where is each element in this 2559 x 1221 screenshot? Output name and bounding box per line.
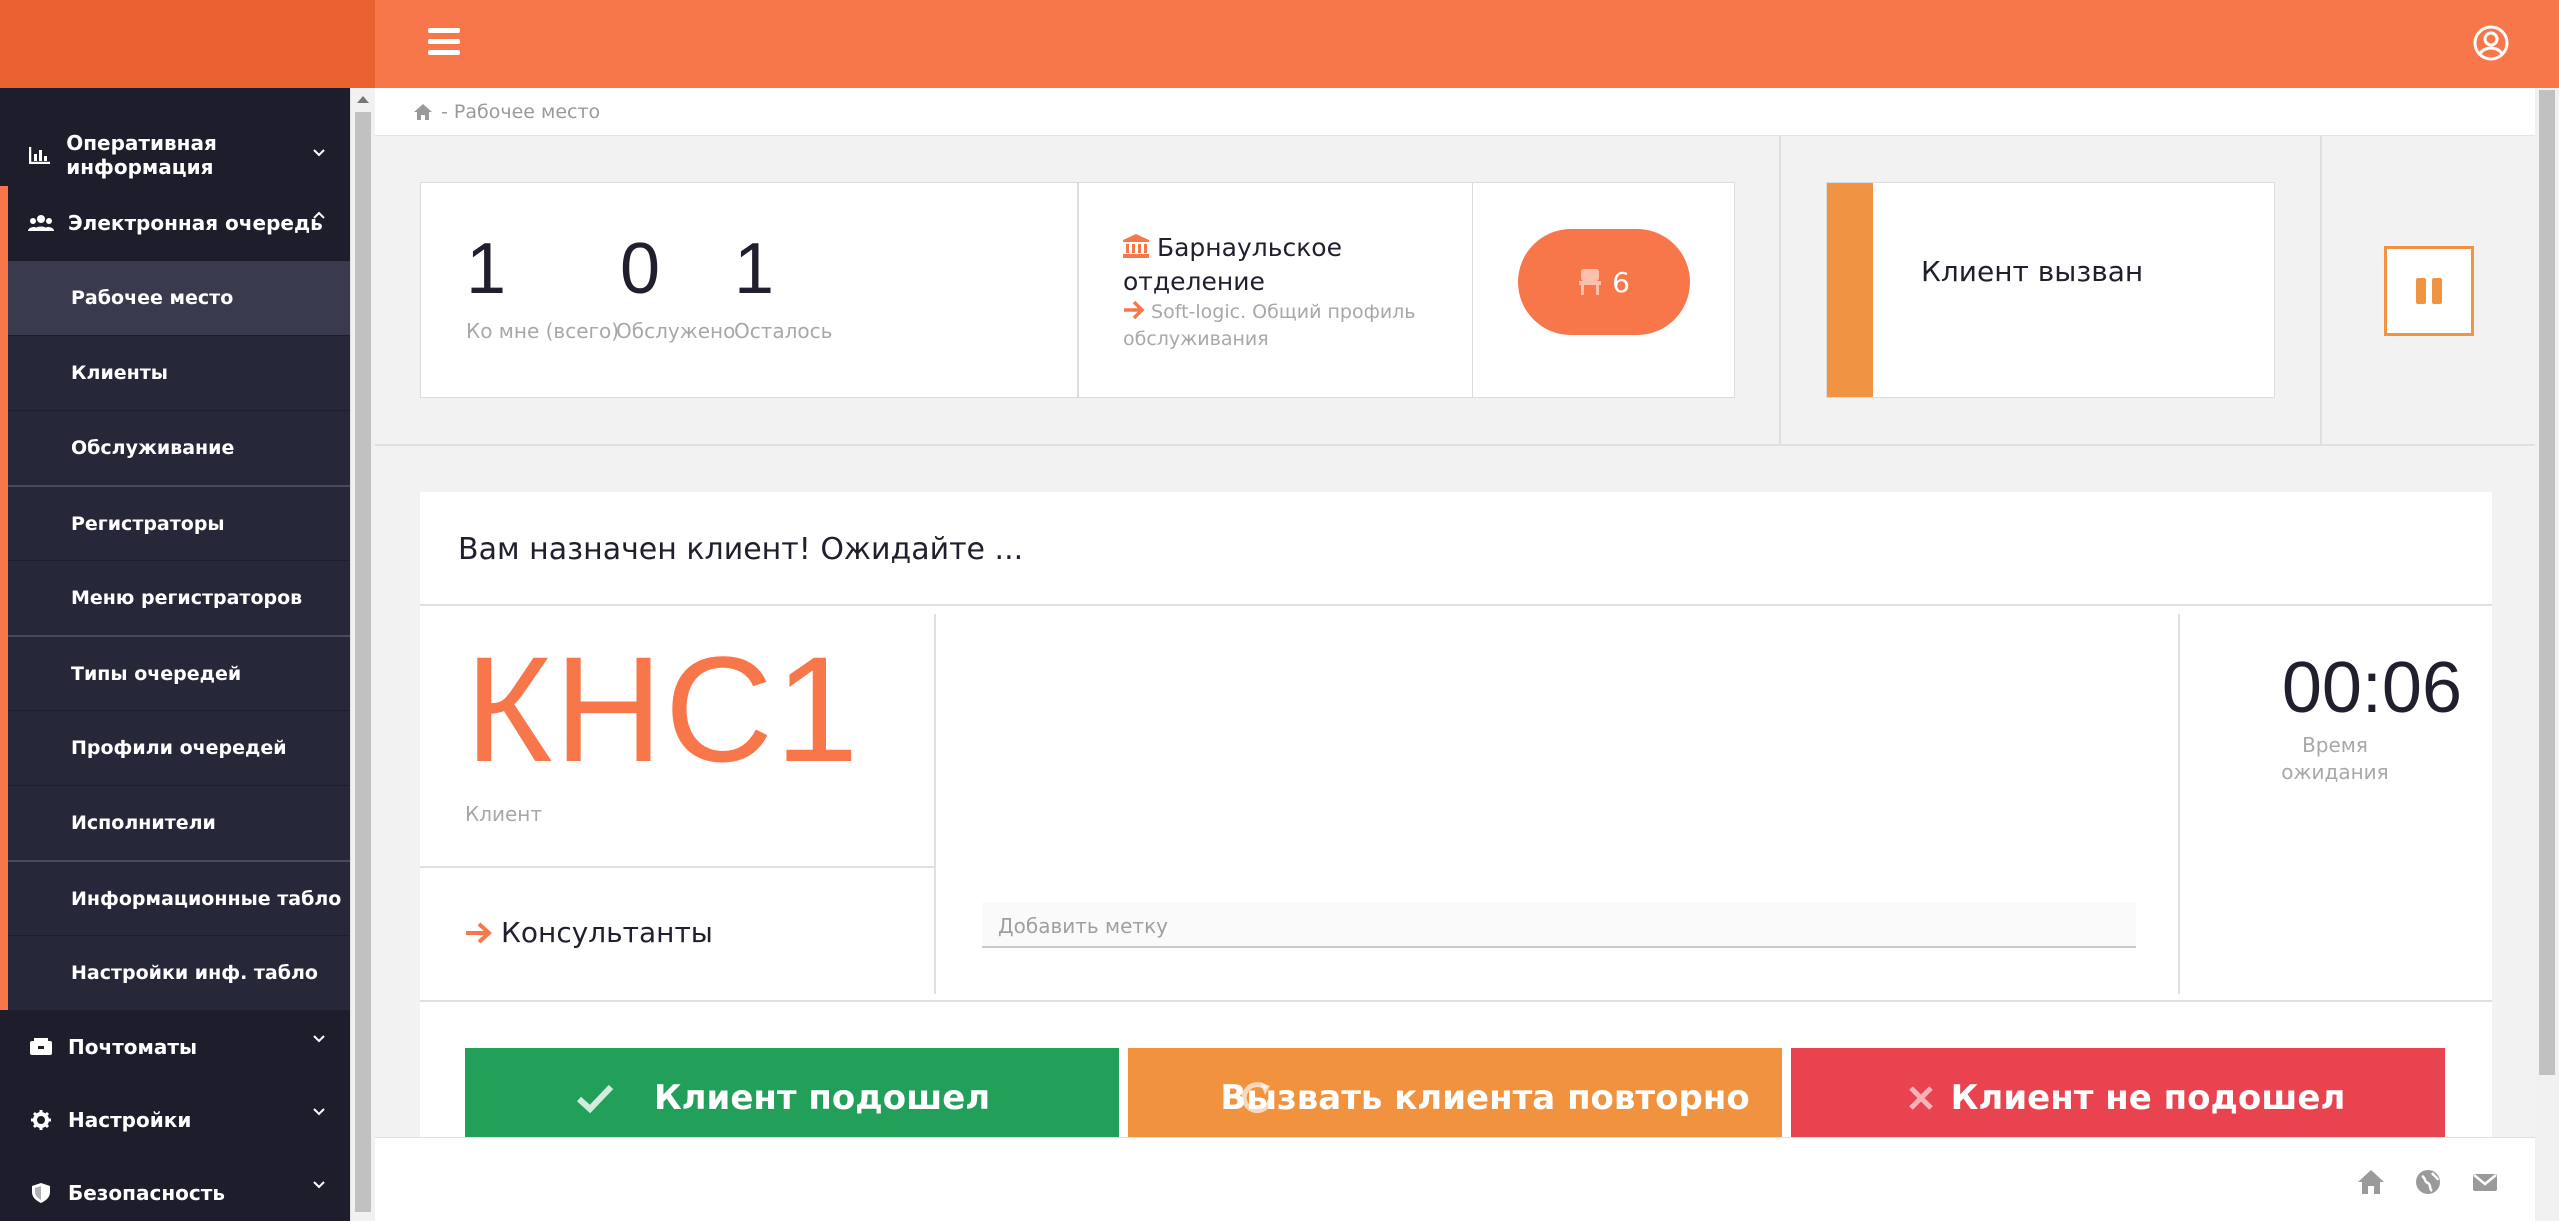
pause-icon	[2416, 278, 2426, 304]
chevron-down-icon	[313, 149, 325, 157]
sidebar-item-queue-profiles[interactable]: Профили очередей	[8, 710, 350, 785]
sidebar-item-settings[interactable]: Настройки	[0, 1083, 350, 1156]
stat-served: 0 Обслужено	[616, 233, 735, 343]
recall-client-button[interactable]: Вызвать клиента повторно	[1128, 1048, 1782, 1148]
stat-value: 1	[466, 229, 507, 309]
waiting-count-badge[interactable]: 6	[1518, 229, 1690, 335]
arrow-right-icon	[466, 922, 492, 943]
sidebar-scrollbar[interactable]	[350, 88, 374, 1221]
branch-panel: Барнаульское отделение Soft-logic. Общий…	[1078, 182, 1473, 398]
client-code-label: Клиент	[465, 802, 543, 826]
sidebar-item-info-boards[interactable]: Информационные табло	[8, 860, 350, 935]
inbox-icon	[28, 1036, 54, 1058]
sidebar-item-registrars-menu[interactable]: Меню регистраторов	[8, 560, 350, 635]
header-divider	[2320, 136, 2322, 444]
stat-total: 1 Ко мне (всего)	[466, 233, 619, 343]
users-icon	[28, 212, 54, 234]
globe-icon[interactable]	[2414, 1168, 2442, 1196]
add-tag-input[interactable]: Добавить метку	[982, 902, 2136, 948]
sidebar-item-label: Электронная очередь	[68, 211, 323, 235]
chevron-down-icon	[313, 1035, 325, 1043]
consultants-link[interactable]: Консультанты	[465, 916, 713, 949]
sidebar-item-queue-types[interactable]: Типы очередей	[8, 635, 350, 710]
breadcrumb-current: - Рабочее место	[441, 100, 601, 123]
sidebar-item-registrars[interactable]: Регистраторы	[8, 485, 350, 560]
stat-label: Ко мне (всего)	[466, 319, 620, 343]
waiting-count: 6	[1612, 265, 1630, 299]
client-code: КНС1	[465, 625, 861, 793]
page-scrollbar[interactable]	[2535, 88, 2559, 1221]
home-icon[interactable]	[2357, 1168, 2385, 1196]
sidebar-item-label: Почтоматы	[68, 1034, 198, 1059]
button-label: Клиент подошел	[653, 1078, 991, 1118]
gear-icon	[28, 1109, 54, 1131]
footer	[375, 1137, 2535, 1221]
chart-icon	[28, 144, 52, 166]
status-text: Клиент вызван	[1921, 255, 2144, 288]
sidebar-item-electronic-queue[interactable]: Электронная очередь	[8, 186, 350, 260]
brand-area	[0, 0, 375, 88]
home-icon[interactable]	[413, 103, 433, 121]
branch-name-line2: отделение	[1123, 267, 1265, 296]
sidebar-item-service[interactable]: Обслуживание	[8, 410, 350, 485]
client-arrived-button[interactable]: Клиент подошел	[465, 1048, 1119, 1148]
chevron-down-icon	[313, 1108, 325, 1116]
stats-panel: 1 Ко мне (всего) 0 Обслужено 1 Осталось	[420, 182, 1078, 398]
card-heading: Вам назначен клиент! Ожидайте ...	[458, 532, 1024, 567]
stat-value: 1	[734, 229, 775, 309]
mail-icon[interactable]	[2471, 1168, 2499, 1196]
shield-icon	[28, 1182, 54, 1204]
section-divider	[375, 444, 2535, 446]
stat-label: Обслужено	[616, 319, 736, 343]
wait-timer-label: Время ожидания	[2281, 733, 2389, 784]
client-code-cell: КНС1 Клиент Консультанты	[420, 614, 936, 994]
branch-name-line1: Барнаульское	[1156, 233, 1342, 262]
wait-timer: 00:06	[2281, 648, 2462, 728]
sidebar-item-label: Безопасность	[68, 1180, 225, 1205]
button-label: Вызвать клиента повторно	[1220, 1078, 1750, 1118]
timer-cell: 00:06 Время ожидания	[2178, 614, 2492, 994]
sidebar-item-label: Настройки	[68, 1107, 192, 1132]
consultants-label: Консультанты	[501, 916, 713, 949]
sidebar-item-operational-info[interactable]: Оперативная информация	[0, 124, 350, 186]
branch-profile-line1: Soft-logic. Общий профиль	[1151, 301, 1416, 323]
breadcrumb: - Рабочее место	[375, 88, 2535, 136]
chair-icon	[1579, 269, 1602, 295]
status-panel: Клиент вызван	[1826, 182, 2275, 398]
user-account-icon[interactable]	[2472, 24, 2510, 62]
sidebar-item-executors[interactable]: Исполнители	[8, 785, 350, 860]
client-card: Вам назначен клиент! Ожидайте ... КНС1 К…	[420, 492, 2492, 1148]
sidebar-item-label: Оперативная информация	[66, 131, 217, 179]
status-indicator	[1827, 183, 1873, 397]
sidebar-item-postomats[interactable]: Почтоматы	[0, 1010, 350, 1083]
branch-profile: Soft-logic. Общий профиль обслуживания	[1123, 299, 1463, 353]
sidebar-item-clients[interactable]: Клиенты	[8, 335, 350, 410]
client-not-arrived-button[interactable]: Клиент не подошел	[1791, 1048, 2445, 1148]
sidebar: Оперативная информация Электронная очере…	[0, 88, 350, 1221]
menu-toggle-icon[interactable]	[428, 28, 460, 58]
sidebar-item-workplace[interactable]: Рабочее место	[8, 260, 350, 335]
waiting-panel: 6	[1472, 182, 1735, 398]
arrow-right-icon	[1124, 300, 1145, 320]
sidebar-group-electronic-queue: Электронная очередь Рабочее место Клиент…	[0, 186, 350, 1010]
top-bar	[0, 0, 2559, 88]
header-divider	[1779, 136, 1781, 444]
pause-button[interactable]	[2384, 246, 2474, 336]
sidebar-item-info-board-settings[interactable]: Настройки инф. табло	[8, 935, 350, 1010]
stat-value: 0	[620, 229, 661, 309]
chevron-down-icon	[313, 1181, 325, 1189]
stat-remaining: 1 Осталось	[734, 233, 832, 343]
chevron-up-icon	[313, 211, 325, 219]
bank-icon	[1123, 234, 1149, 258]
stat-label: Осталось	[734, 319, 833, 343]
branch-name: Барнаульское отделение	[1123, 231, 1342, 299]
button-label: Клиент не подошел	[1950, 1078, 2346, 1118]
branch-profile-line2: обслуживания	[1123, 328, 1269, 350]
sidebar-item-security[interactable]: Безопасность	[0, 1156, 350, 1221]
